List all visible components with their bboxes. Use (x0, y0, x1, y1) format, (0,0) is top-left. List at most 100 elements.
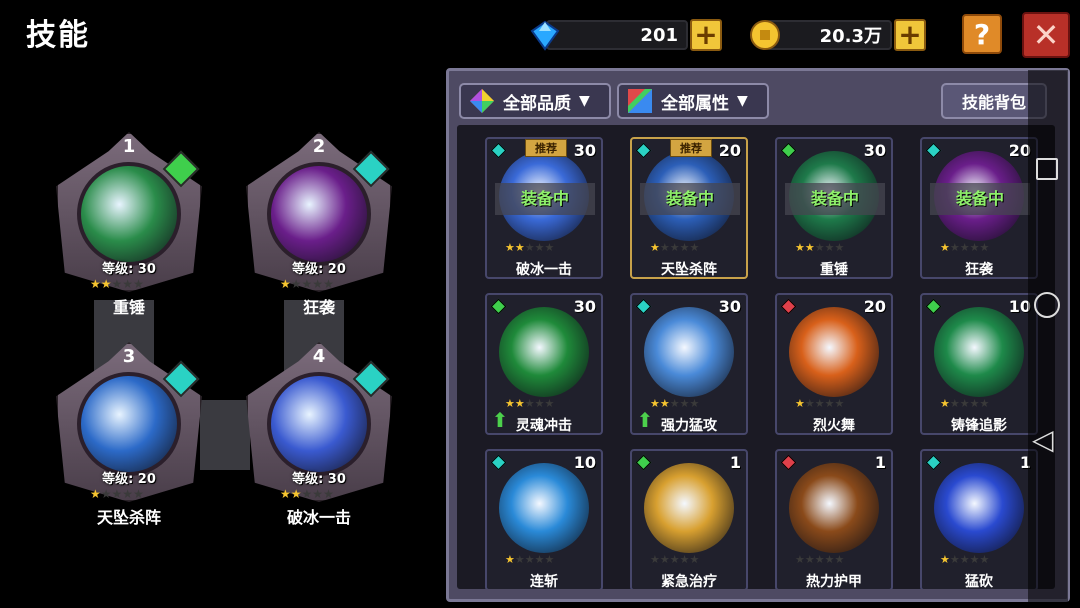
star-icon: ★ (290, 487, 302, 501)
skill-card[interactable]: 30 装备中 ★★★★★ 重锤 (775, 137, 893, 279)
star-icon: ★ (122, 277, 134, 291)
skill-icon (77, 372, 181, 476)
star-icon: ★ (650, 553, 660, 566)
equipped-label: 装备中 (930, 183, 1030, 215)
element-gem-icon (925, 454, 942, 471)
star-icon: ★ (679, 553, 690, 566)
skill-count: 10 (573, 453, 596, 472)
star-icon: ★ (290, 277, 302, 291)
skill-name: 烈火舞 (813, 418, 855, 434)
skill-icon (789, 463, 879, 553)
skill-card[interactable]: 10 ★★★★★ 连斩 (485, 449, 603, 589)
buy-gems-button[interactable]: + (690, 19, 722, 51)
element-gem-icon (635, 142, 652, 159)
skill-level: 等级: 20 (102, 472, 156, 487)
skill-icon (644, 307, 734, 397)
star-icon: ★ (949, 553, 960, 566)
help-button[interactable]: ? (962, 14, 1002, 54)
skill-card[interactable]: 30 推荐 装备中 ★★★★★ 破冰一击 (485, 137, 603, 279)
star-rating: ★★★★★ (795, 553, 844, 566)
skill-count: 20 (718, 141, 741, 160)
color-swatch-icon (628, 89, 652, 113)
back-icon[interactable]: ◁ (1032, 426, 1054, 454)
skill-card[interactable]: 20 ★★★★★ 烈火舞 (775, 293, 893, 435)
skill-name: 强力猛攻 (661, 418, 717, 434)
star-rating: ★★★★★ (505, 241, 554, 254)
element-gem-icon (490, 298, 507, 315)
skill-name: 连斩 (530, 574, 558, 589)
skill-icon (934, 307, 1024, 397)
star-icon: ★ (834, 241, 845, 254)
quality-filter-label: 全部品质 (503, 93, 571, 114)
skill-icon (267, 372, 371, 476)
star-icon: ★ (544, 241, 555, 254)
star-rating: ★★★★★ (90, 487, 144, 501)
skill-name: 破冰一击 (516, 262, 572, 278)
star-icon: ★ (514, 553, 525, 566)
element-gem-icon (780, 298, 797, 315)
star-icon: ★ (669, 553, 680, 566)
buy-gold-button[interactable]: + (894, 19, 926, 51)
star-icon: ★ (795, 241, 805, 254)
star-icon: ★ (524, 241, 535, 254)
star-icon: ★ (679, 397, 690, 410)
star-icon: ★ (969, 397, 980, 410)
skill-card[interactable]: 30 ★★★★★ ⬆ 强力猛攻 (630, 293, 748, 435)
skill-name: 重锤 (820, 262, 848, 278)
gold-coin-icon (750, 20, 780, 50)
equipped-skill-slot-3[interactable]: 3 等级: 20 ★★★★★ 天坠杀阵 (48, 334, 208, 527)
star-icon: ★ (534, 397, 545, 410)
star-rating: ★★★★★ (505, 553, 554, 566)
skill-card[interactable]: 30 ★★★★★ ⬆ 灵魂冲击 (485, 293, 603, 435)
quality-filter-dropdown[interactable]: 全部品质 ▼ (459, 83, 611, 119)
skill-inventory-panel: 全部品质 ▼ 全部属性 ▼ 技能背包 30 推荐 装备中 ★★★★★ 破冰一击 20 推荐装… (446, 68, 1070, 602)
skill-icon (789, 307, 879, 397)
recent-apps-icon[interactable] (1036, 158, 1058, 180)
skill-name: 天坠杀阵 (661, 262, 717, 278)
star-icon: ★ (323, 277, 334, 291)
star-rating: ★★★★★ (795, 241, 844, 254)
star-icon: ★ (505, 553, 515, 566)
star-icon: ★ (689, 397, 700, 410)
equipped-skill-slot-1[interactable]: 1 等级: 30 ★★★★★ 重锤 (48, 124, 208, 317)
star-icon: ★ (959, 553, 970, 566)
gold-currency: 20.3万 + (748, 18, 926, 52)
star-icon: ★ (111, 487, 123, 501)
skill-card[interactable]: 20 推荐 装备中 ★★★★★ 天坠杀阵 (630, 137, 748, 279)
skill-card[interactable]: 10 ★★★★★ 铸锋追影 (920, 293, 1038, 435)
star-icon: ★ (824, 241, 835, 254)
star-icon: ★ (301, 487, 313, 501)
skill-card[interactable]: 1 ★★★★★ 热力护甲 (775, 449, 893, 589)
star-rating: ★★★★★ (650, 241, 699, 254)
home-icon[interactable] (1034, 292, 1060, 318)
star-icon: ★ (524, 397, 535, 410)
star-icon: ★ (940, 241, 950, 254)
equipped-skill-slot-2[interactable]: 2 等级: 20 ★★★★★ 狂袭 (238, 124, 398, 317)
star-icon: ★ (90, 487, 101, 501)
close-button[interactable]: ✕ (1022, 12, 1070, 58)
skill-card[interactable]: 20 装备中 ★★★★★ 狂袭 (920, 137, 1038, 279)
star-icon: ★ (824, 553, 835, 566)
skill-name: 狂袭 (302, 298, 335, 317)
chevron-down-icon: ▼ (737, 93, 748, 109)
star-rating: ★★★★★ (650, 553, 699, 566)
chevron-down-icon: ▼ (579, 93, 590, 109)
skill-count: 30 (863, 141, 886, 160)
skill-card[interactable]: 1 ★★★★★ 猛砍 (920, 449, 1038, 589)
attribute-filter-label: 全部属性 (661, 93, 729, 114)
skill-count: 30 (573, 297, 596, 316)
equipped-skill-slot-4[interactable]: 4 等级: 30 ★★★★★ 破冰一击 (238, 334, 398, 527)
skill-name: 热力护甲 (806, 574, 862, 589)
star-rating: ★★★★★ (280, 277, 334, 291)
equipped-label: 装备中 (495, 183, 595, 215)
star-icon: ★ (659, 553, 670, 566)
skill-card[interactable]: 1 ★★★★★ 紧急治疗 (630, 449, 748, 589)
star-icon: ★ (834, 553, 845, 566)
star-icon: ★ (100, 277, 112, 291)
attribute-filter-dropdown[interactable]: 全部属性 ▼ (617, 83, 769, 119)
star-icon: ★ (650, 241, 660, 254)
star-rating: ★★★★★ (795, 397, 844, 410)
star-icon: ★ (814, 241, 825, 254)
star-icon: ★ (505, 241, 515, 254)
recommended-badge: 推荐 (525, 139, 567, 157)
